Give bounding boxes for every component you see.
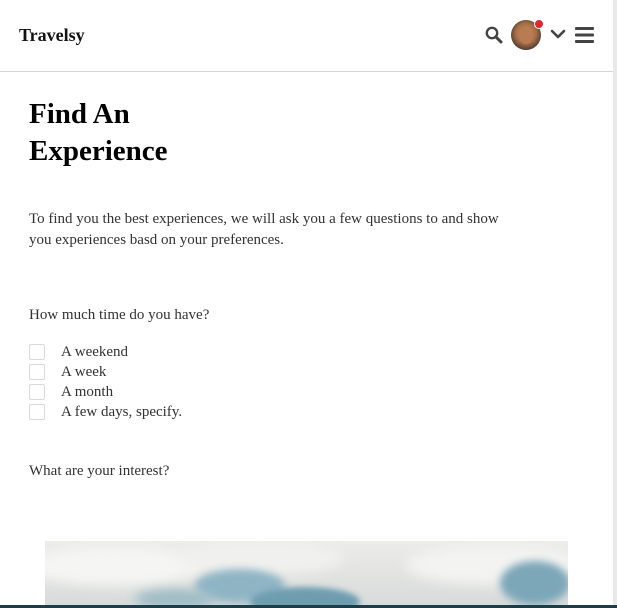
month-checkbox[interactable] bbox=[29, 384, 45, 400]
notification-dot bbox=[534, 19, 544, 29]
chevron-down-icon[interactable] bbox=[550, 29, 566, 41]
interest-question: What are your interest? bbox=[29, 463, 170, 479]
avatar-face bbox=[519, 27, 533, 44]
intro-text: To find you the best experiences, we wil… bbox=[29, 211, 499, 248]
time-option-weekend[interactable]: A weekend bbox=[29, 342, 329, 362]
month-option-label: A month bbox=[61, 384, 114, 400]
few-days-checkbox[interactable] bbox=[29, 404, 45, 420]
search-icon[interactable] bbox=[485, 26, 503, 44]
menu-icon[interactable] bbox=[575, 26, 594, 44]
image-water-area bbox=[500, 561, 568, 605]
time-option-week[interactable]: A week bbox=[29, 362, 329, 382]
time-option-few-days[interactable]: A few days, specify. bbox=[29, 402, 329, 422]
page-edge bbox=[613, 0, 617, 608]
time-question: How much time do you have? bbox=[29, 307, 210, 323]
experience-image bbox=[45, 541, 568, 608]
week-option-label: A week bbox=[61, 364, 107, 380]
time-option-month[interactable]: A month bbox=[29, 382, 329, 402]
page-title-line-1: Find An bbox=[29, 98, 130, 130]
time-options: A weekend A week A month A few days, spe… bbox=[29, 342, 329, 422]
weekend-option-label: A weekend bbox=[61, 344, 129, 360]
page-title-line-2: Experience bbox=[29, 135, 168, 167]
few-days-option-label: A few days, specify. bbox=[61, 404, 183, 420]
logo[interactable]: Travelsy bbox=[19, 25, 85, 46]
week-checkbox[interactable] bbox=[29, 364, 45, 380]
page-title: Find An Experience bbox=[29, 96, 279, 170]
weekend-checkbox[interactable] bbox=[29, 344, 45, 360]
top-navigation: Travelsy bbox=[0, 0, 613, 72]
